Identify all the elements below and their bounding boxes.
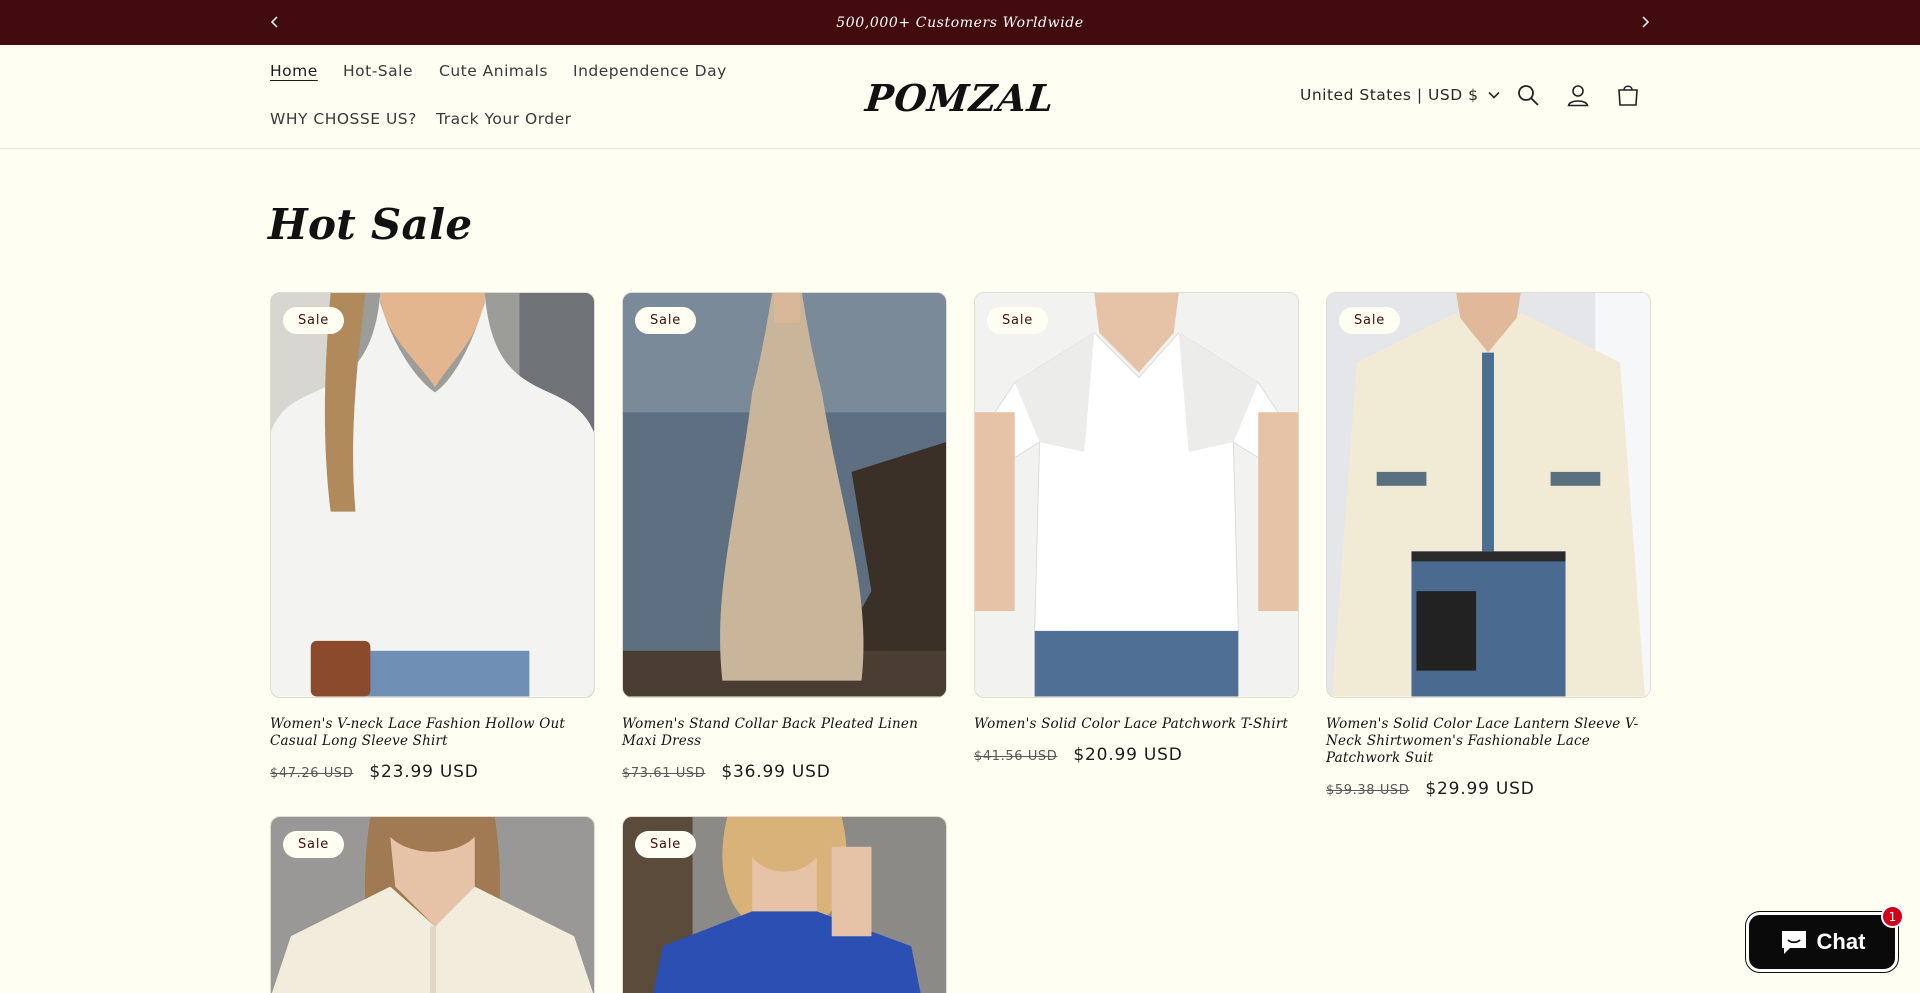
account-button[interactable] xyxy=(1563,80,1593,110)
product-title[interactable]: Women's Stand Collar Back Pleated Linen … xyxy=(622,716,947,750)
announcement-prev-button[interactable] xyxy=(262,9,288,35)
chevron-left-icon xyxy=(270,16,278,28)
country-currency-label: United States | USD $ xyxy=(1300,86,1479,104)
country-currency-selector[interactable]: United States | USD $ xyxy=(1300,86,1501,104)
price-row: $47.26 USD $23.99 USD xyxy=(270,762,595,782)
product-card[interactable]: Sale Women's Stand Collar Back Pleated L… xyxy=(622,292,947,782)
account-icon xyxy=(1567,85,1589,107)
nav-cute-animals[interactable]: Cute Animals xyxy=(439,62,548,80)
site-header: Home Hot-Sale Cute Animals Independence … xyxy=(0,45,1920,149)
announcement-bar: 500,000+ Customers Worldwide xyxy=(0,0,1920,45)
product-card[interactable]: Sale xyxy=(622,816,947,993)
product-photo xyxy=(271,293,594,697)
sale-price: $36.99 USD xyxy=(721,762,831,782)
sale-badge: Sale xyxy=(283,307,345,334)
price-row: $59.38 USD $29.99 USD xyxy=(1326,779,1651,799)
product-photo xyxy=(623,293,946,697)
product-photo xyxy=(975,293,1298,697)
cart-icon xyxy=(1618,85,1638,106)
product-image[interactable]: Sale xyxy=(622,292,947,698)
chat-button[interactable]: Chat xyxy=(1745,911,1899,973)
product-card[interactable]: Sale xyxy=(270,816,595,993)
sale-badge: Sale xyxy=(635,307,697,334)
announcement-next-button[interactable] xyxy=(1632,9,1658,35)
regular-price: $47.26 USD xyxy=(270,766,354,781)
announcement-text: 500,000+ Customers Worldwide xyxy=(836,14,1084,31)
nav-why-choose-us[interactable]: WHY CHOSSE US? xyxy=(270,110,417,128)
regular-price: $73.61 USD xyxy=(622,766,706,781)
chevron-right-icon xyxy=(1642,16,1650,28)
sale-badge: Sale xyxy=(1339,307,1401,334)
chevron-down-icon xyxy=(1488,91,1501,99)
price-row: $41.56 USD $20.99 USD xyxy=(974,745,1299,765)
search-icon xyxy=(1518,85,1539,106)
sale-price: $23.99 USD xyxy=(369,762,479,782)
product-image[interactable]: Sale xyxy=(270,292,595,698)
product-title[interactable]: Women's Solid Color Lace Lantern Sleeve … xyxy=(1326,716,1651,767)
cart-button[interactable] xyxy=(1613,80,1643,110)
product-card[interactable]: Sale Women's V-neck Lace Fashion Hollow … xyxy=(270,292,595,782)
product-photo xyxy=(1327,293,1650,697)
nav-home[interactable]: Home xyxy=(270,62,318,80)
regular-price: $59.38 USD xyxy=(1326,783,1410,798)
product-image[interactable]: Sale xyxy=(270,816,595,993)
site-logo[interactable]: POMZAL xyxy=(863,73,1056,123)
price-row: $73.61 USD $36.99 USD xyxy=(622,762,947,782)
sale-badge: Sale xyxy=(635,831,697,858)
sale-price: $29.99 USD xyxy=(1425,779,1535,799)
nav-independence-day[interactable]: Independence Day xyxy=(573,62,727,80)
product-card[interactable]: Sale Women's Solid Color Lace Lantern Sl… xyxy=(1326,292,1651,799)
nav-track-order[interactable]: Track Your Order xyxy=(436,110,572,128)
product-image[interactable]: Sale xyxy=(622,816,947,993)
chat-bubble-icon xyxy=(1781,931,1806,954)
product-title[interactable]: Women's Solid Color Lace Patchwork T-Shi… xyxy=(974,716,1299,733)
product-title[interactable]: Women's V-neck Lace Fashion Hollow Out C… xyxy=(270,716,595,750)
nav-hot-sale[interactable]: Hot-Sale xyxy=(343,62,413,80)
product-image[interactable]: Sale xyxy=(1326,292,1651,698)
sale-badge: Sale xyxy=(283,831,345,858)
regular-price: $41.56 USD xyxy=(974,749,1058,764)
product-image[interactable]: Sale xyxy=(974,292,1299,698)
chat-label: Chat xyxy=(1816,929,1866,954)
sale-badge: Sale xyxy=(987,307,1049,334)
product-card[interactable]: Sale Women's Solid Color Lace Patchwork … xyxy=(974,292,1299,765)
chat-unread-badge: 1 xyxy=(1881,905,1904,928)
search-button[interactable] xyxy=(1513,80,1543,110)
sale-price: $20.99 USD xyxy=(1073,745,1183,765)
section-title: Hot Sale xyxy=(268,200,473,249)
